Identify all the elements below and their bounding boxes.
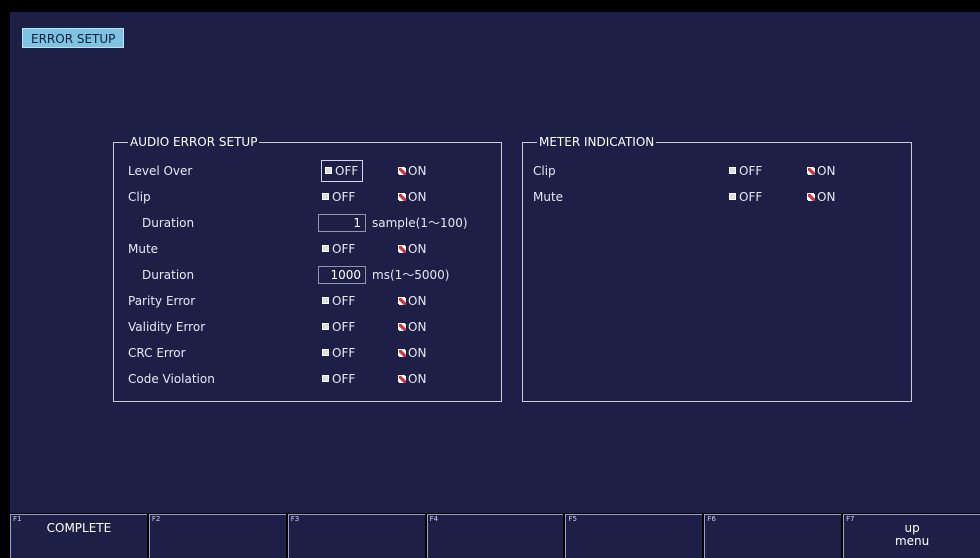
off-checkbox-icon <box>729 167 736 174</box>
off-checkbox-icon <box>729 193 736 200</box>
f7-label: up menu <box>894 521 930 548</box>
clip-duration-input[interactable]: 1 <box>318 214 366 232</box>
on-checkbox-icon <box>398 193 406 201</box>
validity-error-on-option[interactable]: ON <box>398 317 426 337</box>
meter-mute-label: Mute <box>533 190 564 204</box>
meter-clip-on-option[interactable]: ON <box>807 161 835 181</box>
level-over-off-option[interactable]: OFF <box>320 160 364 182</box>
code-violation-label: Code Violation <box>128 372 215 386</box>
function-key-bar: F1 COMPLETE F2 F3 F4 F5 F6 F7 up menu <box>10 514 980 558</box>
parity-error-row: Parity Error OFF ON <box>128 291 498 311</box>
f7-key[interactable]: F7 up menu <box>843 514 980 558</box>
meter-clip-row: Clip OFF ON <box>533 161 903 181</box>
code-violation-off-option[interactable]: OFF <box>322 369 355 389</box>
off-checkbox-icon <box>322 375 329 382</box>
meter-mute-off-option[interactable]: OFF <box>729 187 762 207</box>
f1-label: COMPLETE <box>46 521 112 535</box>
mute-duration-unit: ms(1～5000) <box>372 268 450 282</box>
page-title: ERROR SETUP <box>22 28 125 48</box>
mute-off-option[interactable]: OFF <box>322 239 355 259</box>
main-area: ERROR SETUP AUDIO ERROR SETUP Level Over… <box>10 12 980 513</box>
screen: ERROR SETUP AUDIO ERROR SETUP Level Over… <box>0 0 980 558</box>
meter-indication-panel: METER INDICATION Clip OFF ON Mute OFF ON <box>522 134 912 402</box>
meter-clip-off-option[interactable]: OFF <box>729 161 762 181</box>
mute-duration-input[interactable]: 1000 <box>318 266 366 284</box>
code-violation-row: Code Violation OFF ON <box>128 369 498 389</box>
crc-error-off-option[interactable]: OFF <box>322 343 355 363</box>
clip-row: Clip OFF ON <box>128 187 498 207</box>
f4-key[interactable]: F4 <box>426 514 564 558</box>
f5-number: F5 <box>568 515 577 523</box>
off-checkbox-icon <box>322 349 329 356</box>
off-checkbox-icon <box>322 323 329 330</box>
f3-key[interactable]: F3 <box>287 514 425 558</box>
meter-mute-on-option[interactable]: ON <box>807 187 835 207</box>
f3-number: F3 <box>290 515 300 523</box>
code-violation-on-option[interactable]: ON <box>398 369 426 389</box>
f1-key[interactable]: F1 COMPLETE <box>10 514 147 558</box>
crc-error-row: CRC Error OFF ON <box>128 343 498 363</box>
meter-mute-row: Mute OFF ON <box>533 187 903 207</box>
clip-duration-unit: sample(1～100) <box>372 216 468 230</box>
crc-error-on-option[interactable]: ON <box>398 343 426 363</box>
f2-key[interactable]: F2 <box>148 514 286 558</box>
mute-row: Mute OFF ON <box>128 239 498 259</box>
on-checkbox-icon <box>398 323 406 331</box>
f4-number: F4 <box>429 515 439 523</box>
on-checkbox-icon <box>398 349 406 357</box>
clip-off-option[interactable]: OFF <box>322 187 355 207</box>
meter-clip-label: Clip <box>533 164 556 178</box>
meter-panel-title: METER INDICATION <box>537 134 657 150</box>
on-checkbox-icon <box>807 193 815 201</box>
clip-duration-row: Duration 1 sample(1～100) <box>128 213 498 233</box>
on-checkbox-icon <box>398 245 406 253</box>
off-checkbox-icon <box>322 193 329 200</box>
clip-label: Clip <box>128 190 151 204</box>
validity-error-off-option[interactable]: OFF <box>322 317 355 337</box>
on-checkbox-icon <box>807 167 815 175</box>
parity-error-off-option[interactable]: OFF <box>322 291 355 311</box>
mute-on-option[interactable]: ON <box>398 239 426 259</box>
f5-key[interactable]: F5 <box>565 514 703 558</box>
level-over-label: Level Over <box>128 164 193 178</box>
level-over-row: Level Over OFF ON <box>128 160 498 182</box>
audio-error-setup-panel: AUDIO ERROR SETUP Level Over OFF ON Clip… <box>113 134 502 402</box>
f6-number: F6 <box>707 515 716 523</box>
mute-label: Mute <box>128 242 159 256</box>
validity-error-row: Validity Error OFF ON <box>128 317 498 337</box>
clip-duration-label: Duration <box>142 216 195 230</box>
validity-error-label: Validity Error <box>128 320 206 334</box>
f6-key[interactable]: F6 <box>704 514 842 558</box>
off-checkbox-icon <box>325 167 332 174</box>
off-checkbox-icon <box>322 297 329 304</box>
mute-duration-row: Duration 1000 ms(1～5000) <box>128 265 498 285</box>
on-checkbox-icon <box>398 375 406 383</box>
f2-number: F2 <box>151 515 161 523</box>
on-checkbox-icon <box>398 167 406 175</box>
parity-error-on-option[interactable]: ON <box>398 291 426 311</box>
mute-duration-label: Duration <box>142 268 195 282</box>
level-over-on-option[interactable]: ON <box>398 161 426 181</box>
audio-panel-title: AUDIO ERROR SETUP <box>128 134 260 150</box>
parity-error-label: Parity Error <box>128 294 196 308</box>
clip-on-option[interactable]: ON <box>398 187 426 207</box>
crc-error-label: CRC Error <box>128 346 186 360</box>
on-checkbox-icon <box>398 297 406 305</box>
off-checkbox-icon <box>322 245 329 252</box>
